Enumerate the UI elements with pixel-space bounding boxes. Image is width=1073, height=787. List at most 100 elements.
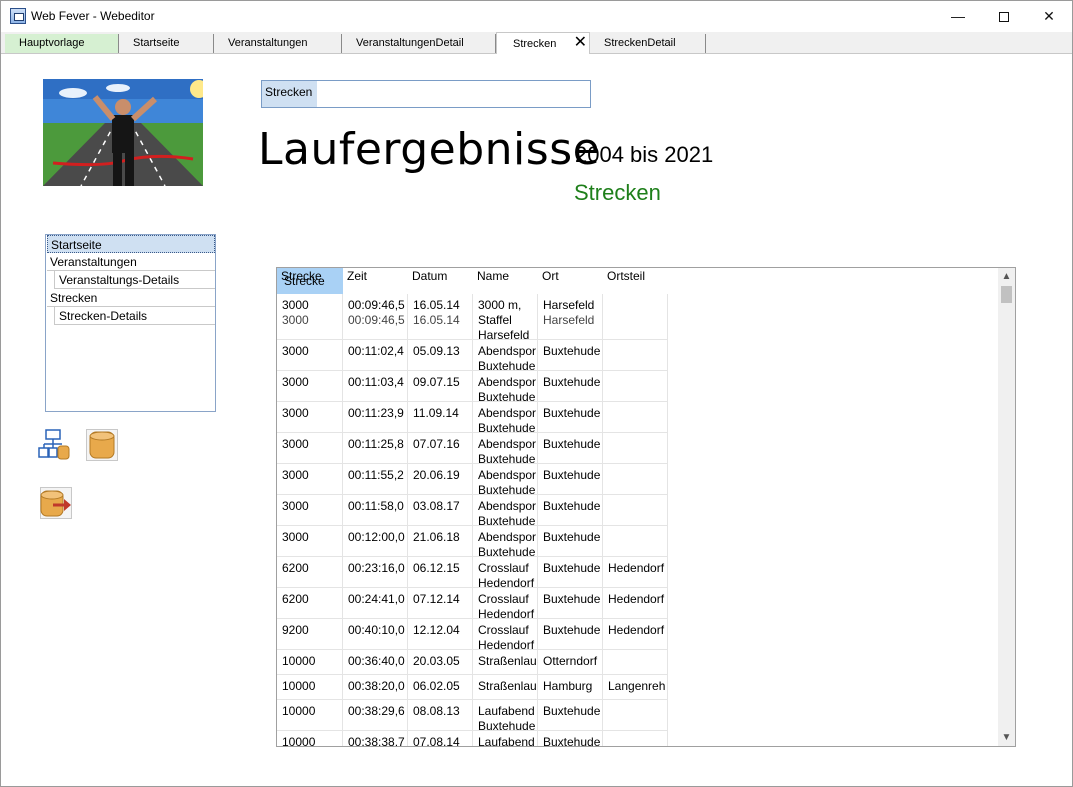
search-field[interactable]: Strecken — [261, 80, 591, 108]
vertical-scrollbar[interactable]: ▲ ▼ — [998, 268, 1015, 746]
cell-name: Abendspor Buxtehude — [473, 371, 538, 402]
cell-datum: 07.12.14 — [408, 588, 473, 619]
tab-streckendetail[interactable]: StreckenDetail — [590, 34, 706, 53]
column-header-name[interactable]: Name — [473, 268, 538, 294]
table-row[interactable]: 10000 00:38:38,7 07.08.14 Laufabend Buxtehud… — [277, 731, 668, 746]
cell-datum: 12.12.04 — [408, 619, 473, 650]
column-header-datum[interactable]: Datum — [408, 268, 473, 294]
cell-ortsteil: Hedendorf — [603, 619, 668, 650]
cell-strecke: 3000 — [277, 402, 343, 433]
database-button[interactable] — [86, 429, 118, 461]
cell-zeit: 00:11:55,2 — [343, 464, 408, 495]
tab-strecken[interactable]: Strecken ✕ — [496, 32, 590, 54]
cell-zeit: 00:23:16,0 — [343, 557, 408, 588]
scroll-up-icon[interactable]: ▲ — [998, 268, 1015, 285]
tab-label: StreckenDetail — [604, 37, 676, 49]
table-row[interactable]: 6200 00:24:41,0 07.12.14 Crosslauf Hedendorf… — [277, 588, 668, 619]
cell-datum: 06.12.15 — [408, 557, 473, 588]
scroll-down-icon[interactable]: ▼ — [998, 729, 1015, 746]
nav-item-startseite[interactable]: Startseite — [47, 235, 215, 253]
cell-strecke: 10000 — [277, 650, 343, 675]
cell-ort: Otterndorf — [538, 650, 603, 675]
tab-veranstaltungen[interactable]: Veranstaltungen — [214, 34, 342, 53]
cell-ortsteil: Hedendorf — [603, 557, 668, 588]
cell-ort: Buxtehude — [538, 402, 603, 433]
window-title: Web Fever - Webeditor — [31, 9, 155, 23]
minimize-button[interactable]: — — [935, 1, 981, 32]
scroll-thumb[interactable] — [1001, 286, 1012, 303]
cell-name: Abendspor Buxtehude — [473, 433, 538, 464]
close-icon: ✕ — [1043, 8, 1055, 24]
cell-ort: Buxtehude — [538, 371, 603, 402]
cell-name: Laufabend Buxtehude — [473, 700, 538, 731]
cell-ort: Buxtehude — [538, 588, 603, 619]
table-row[interactable]: 9200 00:40:10,0 12.12.04 Crosslauf Hedendorf… — [277, 619, 668, 650]
nav-item-veranstaltungen[interactable]: Veranstaltungen — [47, 253, 215, 271]
page-subtitle: Strecken — [574, 180, 661, 205]
column-header-ort[interactable]: Ort — [538, 268, 603, 294]
cell-ortsteil — [603, 526, 668, 557]
cell-name: Crosslauf Hedendorf — [473, 588, 538, 619]
cell-datum: 09.07.15 — [408, 371, 473, 402]
cell-datum: 06.02.05 — [408, 675, 473, 700]
navigation-tree: Startseite Veranstaltungen Veranstaltung… — [45, 234, 216, 412]
cell-datum: 21.06.18 — [408, 526, 473, 557]
cell-ortsteil — [603, 495, 668, 526]
tab-label: Startseite — [133, 37, 180, 49]
cell-zeit: 00:11:03,4 — [343, 371, 408, 402]
cell-ortsteil: Hedendorf — [603, 588, 668, 619]
tab-startseite[interactable]: Startseite — [119, 34, 214, 53]
cell-strecke: 3000 — [277, 340, 343, 371]
tab-label: Veranstaltungen — [228, 37, 308, 49]
table-row[interactable]: 10000 00:38:20,0 06.02.05 Straßenlau Hamburg… — [277, 675, 668, 700]
cell-strecke: 6200 — [277, 557, 343, 588]
minimize-icon: — — [951, 8, 965, 24]
table-row[interactable]: 3000 00:11:02,4 05.09.13 Abendspor Buxtehude… — [277, 340, 668, 371]
cell-name: Abendspor Buxtehude — [473, 495, 538, 526]
page-title: Laufergebnisse — [258, 124, 601, 175]
cell-zeit: 00:24:41,0 — [343, 588, 408, 619]
tab-label: VeranstaltungenDetail — [356, 37, 464, 49]
cell-ort: Buxtehude — [538, 557, 603, 588]
tab-veranstaltungendetail[interactable]: VeranstaltungenDetail — [342, 34, 496, 53]
database-export-button[interactable] — [40, 487, 72, 519]
table-row[interactable]: 3000 3000 00:09:46,5 00:09:46,5 16.05.14 16.0… — [277, 294, 668, 340]
cell-strecke: 3000 — [277, 464, 343, 495]
table-row[interactable]: 3000 00:11:23,9 11.09.14 Abendspor Buxtehude… — [277, 402, 668, 433]
cell-datum: 20.03.05 — [408, 650, 473, 675]
close-button[interactable]: ✕ — [1026, 1, 1072, 32]
tab-close-icon[interactable]: ✕ — [574, 34, 587, 52]
column-header-ortsteil[interactable]: Ortsteil — [603, 268, 668, 294]
cell-name: Abendspor Buxtehude — [473, 340, 538, 371]
cell-name: Abendspor Buxtehude — [473, 402, 538, 433]
nav-item-strecken-details[interactable]: Strecken-Details — [54, 307, 215, 325]
cell-ort: Harsefeld Harsefeld — [538, 294, 603, 340]
maximize-button[interactable] — [981, 1, 1027, 32]
cell-name: Crosslauf Hedendorf — [473, 557, 538, 588]
search-label: Strecken — [262, 81, 317, 107]
nav-item-strecken[interactable]: Strecken — [47, 289, 215, 307]
nav-item-veranstaltungs-details[interactable]: Veranstaltungs-Details — [54, 271, 215, 289]
table-row[interactable]: 3000 00:12:00,0 21.06.18 Abendspor Buxtehude… — [277, 526, 668, 557]
results-grid[interactable]: Strecke Zeit Datum Name Ort Ortsteil Strecke 3… — [276, 267, 1016, 747]
cell-strecke: 3000 — [277, 495, 343, 526]
column-header-zeit[interactable]: Zeit — [343, 268, 408, 294]
cell-name: Abendspor Buxtehude — [473, 526, 538, 557]
sitemap-database-button[interactable] — [38, 429, 70, 461]
table-row[interactable]: 3000 00:11:25,8 07.07.16 Abendspor Buxtehude… — [277, 433, 668, 464]
cell-datum: 08.08.13 — [408, 700, 473, 731]
tab-hauptvorlage[interactable]: Hauptvorlage — [5, 34, 119, 53]
table-row[interactable]: 3000 00:11:55,2 20.06.19 Abendspor Buxtehude… — [277, 464, 668, 495]
cell-name: Crosslauf Hedendorf — [473, 619, 538, 650]
cell-datum: 20.06.19 — [408, 464, 473, 495]
table-row[interactable]: 10000 00:36:40,0 20.03.05 Straßenlau Otternd… — [277, 650, 668, 675]
table-row[interactable]: 6200 00:23:16,0 06.12.15 Crosslauf Hedendorf… — [277, 557, 668, 588]
table-row[interactable]: 3000 00:11:03,4 09.07.15 Abendspor Buxtehude… — [277, 371, 668, 402]
cell-strecke: 3000 — [277, 371, 343, 402]
table-row[interactable]: 10000 00:38:29,6 08.08.13 Laufabend Buxtehud… — [277, 700, 668, 731]
table-row[interactable]: 3000 00:11:58,0 03.08.17 Abendspor Buxtehude… — [277, 495, 668, 526]
hero-image — [43, 79, 203, 186]
cell-ortsteil — [603, 371, 668, 402]
cell-ortsteil — [603, 294, 668, 340]
cell-ortsteil: Langenreh — [603, 675, 668, 700]
